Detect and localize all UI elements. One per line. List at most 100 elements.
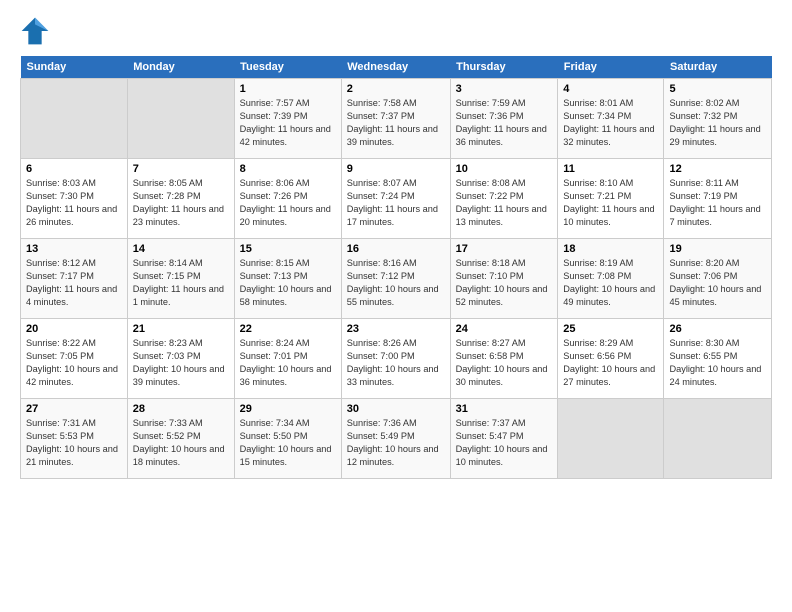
day-number: 4 xyxy=(563,83,658,95)
weekday-header-cell: Thursday xyxy=(450,56,558,79)
day-number: 20 xyxy=(26,323,122,335)
calendar-day-cell: 16 Sunrise: 8:16 AM Sunset: 7:12 PM Dayli… xyxy=(341,239,450,319)
calendar-day-cell: 19Sunrise: 8:20 AM Sunset: 7:06 PM Dayli… xyxy=(664,239,772,319)
calendar-day-cell: 20 Sunrise: 8:22 AM Sunset: 7:05 PM Dayli… xyxy=(21,319,128,399)
day-number: 2 xyxy=(347,83,445,95)
day-info: Sunrise: 7:58 AM Sunset: 7:37 PM Dayligh… xyxy=(347,97,445,149)
calendar-day-cell: 14 Sunrise: 8:14 AM Sunset: 7:15 PM Dayli… xyxy=(127,239,234,319)
weekday-header-cell: Tuesday xyxy=(234,56,341,79)
day-number: 29 xyxy=(240,403,336,415)
day-number: 27 xyxy=(26,403,122,415)
calendar-week-row: 20 Sunrise: 8:22 AM Sunset: 7:05 PM Dayli… xyxy=(21,319,772,399)
calendar-day-cell: 11 Sunrise: 8:10 AM Sunset: 7:21 PM Dayli… xyxy=(558,159,664,239)
calendar-day-cell: 22Sunrise: 8:24 AM Sunset: 7:01 PM Dayli… xyxy=(234,319,341,399)
day-info: Sunrise: 8:15 AM Sunset: 7:13 PM Dayligh… xyxy=(240,257,336,309)
calendar-day-cell xyxy=(558,399,664,479)
day-info: Sunrise: 8:24 AM Sunset: 7:01 PM Dayligh… xyxy=(240,337,336,389)
day-number: 26 xyxy=(669,323,766,335)
calendar-day-cell: 10 Sunrise: 8:08 AM Sunset: 7:22 PM Dayli… xyxy=(450,159,558,239)
calendar-table: SundayMondayTuesdayWednesdayThursdayFrid… xyxy=(20,56,772,479)
day-info: Sunrise: 8:16 AM Sunset: 7:12 PM Dayligh… xyxy=(347,257,445,309)
day-number: 13 xyxy=(26,243,122,255)
day-number: 24 xyxy=(456,323,553,335)
day-info: Sunrise: 8:05 AM Sunset: 7:28 PM Dayligh… xyxy=(133,177,229,229)
day-info: Sunrise: 8:02 AM Sunset: 7:32 PM Dayligh… xyxy=(669,97,766,149)
weekday-header-cell: Saturday xyxy=(664,56,772,79)
day-info: Sunrise: 7:37 AM Sunset: 5:47 PM Dayligh… xyxy=(456,417,553,469)
day-info: Sunrise: 7:31 AM Sunset: 5:53 PM Dayligh… xyxy=(26,417,122,469)
calendar-day-cell: 27 Sunrise: 7:31 AM Sunset: 5:53 PM Dayli… xyxy=(21,399,128,479)
calendar-day-cell: 24 Sunrise: 8:27 AM Sunset: 6:58 PM Dayli… xyxy=(450,319,558,399)
day-info: Sunrise: 7:33 AM Sunset: 5:52 PM Dayligh… xyxy=(133,417,229,469)
day-number: 5 xyxy=(669,83,766,95)
calendar-day-cell: 7 Sunrise: 8:05 AM Sunset: 7:28 PM Daylig… xyxy=(127,159,234,239)
calendar-day-cell: 29 Sunrise: 7:34 AM Sunset: 5:50 PM Dayli… xyxy=(234,399,341,479)
day-number: 10 xyxy=(456,163,553,175)
calendar-day-cell xyxy=(664,399,772,479)
day-number: 7 xyxy=(133,163,229,175)
calendar-day-cell: 8 Sunrise: 8:06 AM Sunset: 7:26 PM Daylig… xyxy=(234,159,341,239)
day-info: Sunrise: 8:01 AM Sunset: 7:34 PM Dayligh… xyxy=(563,97,658,149)
day-number: 31 xyxy=(456,403,553,415)
day-info: Sunrise: 7:36 AM Sunset: 5:49 PM Dayligh… xyxy=(347,417,445,469)
calendar-day-cell xyxy=(21,79,128,159)
calendar-day-cell: 31 Sunrise: 7:37 AM Sunset: 5:47 PM Dayli… xyxy=(450,399,558,479)
day-info: Sunrise: 8:12 AM Sunset: 7:17 PM Dayligh… xyxy=(26,257,122,309)
calendar-day-cell: 13 Sunrise: 8:12 AM Sunset: 7:17 PM Dayli… xyxy=(21,239,128,319)
weekday-header-row: SundayMondayTuesdayWednesdayThursdayFrid… xyxy=(21,56,772,79)
day-number: 8 xyxy=(240,163,336,175)
calendar-day-cell: 30 Sunrise: 7:36 AM Sunset: 5:49 PM Dayli… xyxy=(341,399,450,479)
calendar-day-cell: 18 Sunrise: 8:19 AM Sunset: 7:08 PM Dayli… xyxy=(558,239,664,319)
calendar-day-cell: 9 Sunrise: 8:07 AM Sunset: 7:24 PM Daylig… xyxy=(341,159,450,239)
calendar-day-cell: 17 Sunrise: 8:18 AM Sunset: 7:10 PM Dayli… xyxy=(450,239,558,319)
calendar-day-cell: 15 Sunrise: 8:15 AM Sunset: 7:13 PM Dayli… xyxy=(234,239,341,319)
day-info: Sunrise: 8:11 AM Sunset: 7:19 PM Dayligh… xyxy=(669,177,766,229)
day-info: Sunrise: 7:57 AM Sunset: 7:39 PM Dayligh… xyxy=(240,97,336,149)
calendar-day-cell: 23Sunrise: 8:26 AM Sunset: 7:00 PM Dayli… xyxy=(341,319,450,399)
day-number: 23 xyxy=(347,323,445,335)
day-number: 17 xyxy=(456,243,553,255)
day-info: Sunrise: 8:19 AM Sunset: 7:08 PM Dayligh… xyxy=(563,257,658,309)
weekday-header-cell: Monday xyxy=(127,56,234,79)
calendar-body: 1Sunrise: 7:57 AM Sunset: 7:39 PM Daylig… xyxy=(21,79,772,479)
day-info: Sunrise: 8:06 AM Sunset: 7:26 PM Dayligh… xyxy=(240,177,336,229)
day-number: 14 xyxy=(133,243,229,255)
logo xyxy=(20,16,56,46)
day-number: 18 xyxy=(563,243,658,255)
day-info: Sunrise: 8:29 AM Sunset: 6:56 PM Dayligh… xyxy=(563,337,658,389)
day-number: 12 xyxy=(669,163,766,175)
weekday-header-cell: Sunday xyxy=(21,56,128,79)
calendar-day-cell: 3 Sunrise: 7:59 AM Sunset: 7:36 PM Daylig… xyxy=(450,79,558,159)
weekday-header-cell: Wednesday xyxy=(341,56,450,79)
day-info: Sunrise: 8:07 AM Sunset: 7:24 PM Dayligh… xyxy=(347,177,445,229)
calendar-day-cell: 2 Sunrise: 7:58 AM Sunset: 7:37 PM Daylig… xyxy=(341,79,450,159)
weekday-header-cell: Friday xyxy=(558,56,664,79)
day-number: 6 xyxy=(26,163,122,175)
day-number: 28 xyxy=(133,403,229,415)
day-number: 9 xyxy=(347,163,445,175)
day-number: 30 xyxy=(347,403,445,415)
calendar-day-cell: 28 Sunrise: 7:33 AM Sunset: 5:52 PM Dayli… xyxy=(127,399,234,479)
calendar-week-row: 13 Sunrise: 8:12 AM Sunset: 7:17 PM Dayli… xyxy=(21,239,772,319)
day-number: 3 xyxy=(456,83,553,95)
header xyxy=(20,16,772,46)
day-info: Sunrise: 8:08 AM Sunset: 7:22 PM Dayligh… xyxy=(456,177,553,229)
day-number: 16 xyxy=(347,243,445,255)
page: SundayMondayTuesdayWednesdayThursdayFrid… xyxy=(0,0,792,489)
day-number: 25 xyxy=(563,323,658,335)
day-info: Sunrise: 8:18 AM Sunset: 7:10 PM Dayligh… xyxy=(456,257,553,309)
calendar-week-row: 27 Sunrise: 7:31 AM Sunset: 5:53 PM Dayli… xyxy=(21,399,772,479)
day-info: Sunrise: 7:59 AM Sunset: 7:36 PM Dayligh… xyxy=(456,97,553,149)
day-info: Sunrise: 7:34 AM Sunset: 5:50 PM Dayligh… xyxy=(240,417,336,469)
calendar-day-cell: 6Sunrise: 8:03 AM Sunset: 7:30 PM Daylig… xyxy=(21,159,128,239)
day-info: Sunrise: 8:10 AM Sunset: 7:21 PM Dayligh… xyxy=(563,177,658,229)
day-info: Sunrise: 8:20 AM Sunset: 7:06 PM Dayligh… xyxy=(669,257,766,309)
day-info: Sunrise: 8:22 AM Sunset: 7:05 PM Dayligh… xyxy=(26,337,122,389)
day-info: Sunrise: 8:27 AM Sunset: 6:58 PM Dayligh… xyxy=(456,337,553,389)
day-info: Sunrise: 8:14 AM Sunset: 7:15 PM Dayligh… xyxy=(133,257,229,309)
day-number: 11 xyxy=(563,163,658,175)
day-number: 21 xyxy=(133,323,229,335)
day-number: 15 xyxy=(240,243,336,255)
calendar-week-row: 1Sunrise: 7:57 AM Sunset: 7:39 PM Daylig… xyxy=(21,79,772,159)
day-info: Sunrise: 8:30 AM Sunset: 6:55 PM Dayligh… xyxy=(669,337,766,389)
